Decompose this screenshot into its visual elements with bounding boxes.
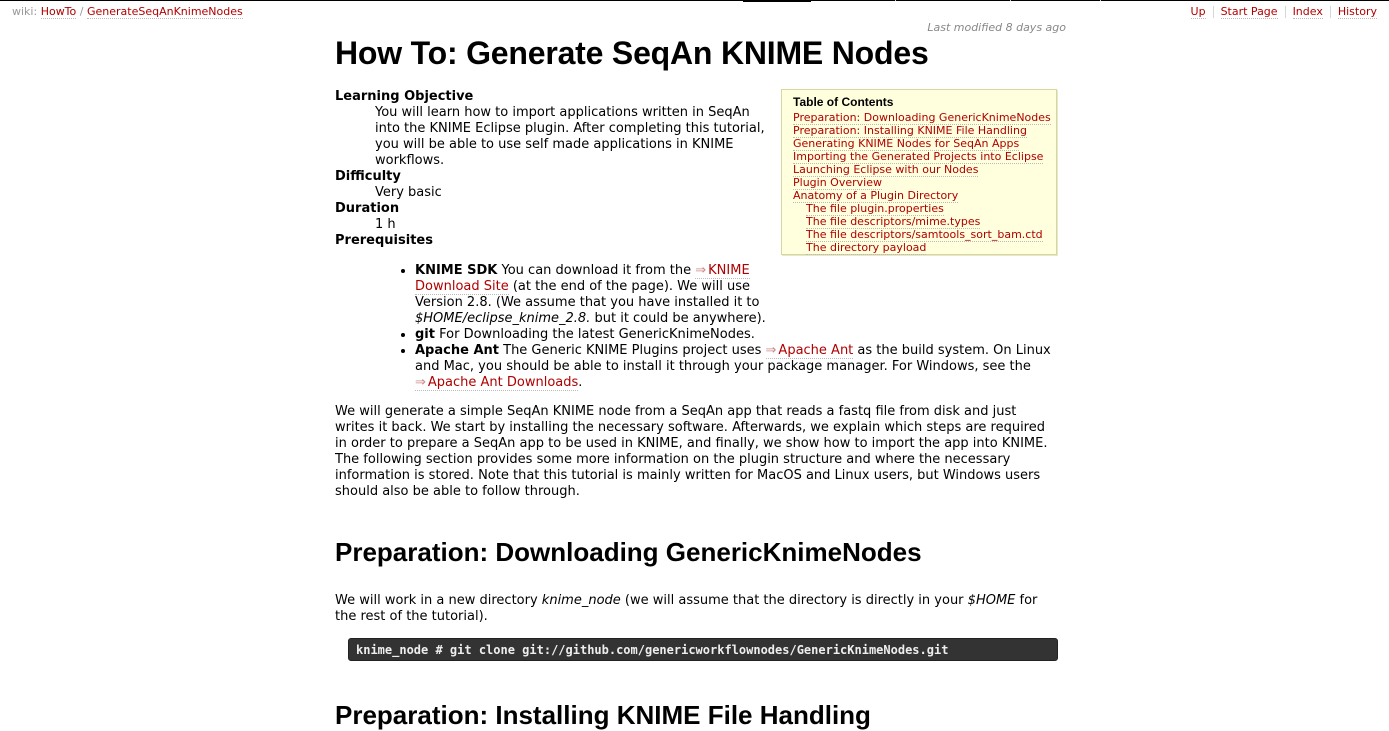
prereq-name: KNIME SDK xyxy=(415,263,498,278)
index-link[interactable]: Index xyxy=(1292,5,1323,19)
nav-divider xyxy=(1329,6,1331,18)
wiki-label: wiki: xyxy=(12,5,38,18)
page-title: How To: Generate SeqAn KNIME Nodes xyxy=(335,35,929,71)
apache-ant-downloads-link[interactable]: Apache Ant Downloads xyxy=(415,375,579,391)
code-block: knime_node # git clone git://github.com/… xyxy=(348,638,1058,661)
toc-title: Table of Contents xyxy=(793,95,894,109)
table-of-contents: Table of Contents Preparation: Downloadi… xyxy=(781,89,1057,255)
start-page-link[interactable]: Start Page xyxy=(1220,5,1278,19)
prerequisites-list: KNIME SDK You can download it from the K… xyxy=(395,263,1070,391)
prereq-text: The Generic KNIME Plugins project uses xyxy=(503,343,762,358)
toc-subitem[interactable]: The file descriptors/samtools_sort_bam.c… xyxy=(806,228,1043,242)
apache-ant-link[interactable]: Apache Ant xyxy=(765,343,854,359)
prereq-name: Apache Ant xyxy=(415,343,499,358)
duration-label: Duration xyxy=(335,201,400,216)
breadcrumb-howto[interactable]: HowTo xyxy=(40,5,77,19)
page-nav-links: Up Start Page Index History xyxy=(1190,5,1377,19)
nav-divider xyxy=(1284,6,1286,18)
section-heading-installing: Preparation: Installing KNIME File Handl… xyxy=(335,700,871,730)
prereq-text: but it could be anywhere). xyxy=(594,311,766,326)
toc-item[interactable]: Plugin Overview xyxy=(793,176,882,190)
toc-subitem[interactable]: The file descriptors/mime.types xyxy=(806,215,981,229)
duration-text: 1 h xyxy=(375,217,396,232)
top-border xyxy=(0,0,1389,2)
prereq-text: . xyxy=(578,375,583,390)
toc-subitem[interactable]: The directory payload xyxy=(806,241,927,255)
prereq-text: For Downloading the latest GenericKnimeN… xyxy=(439,327,755,342)
objective-text: You will learn how to import application… xyxy=(375,105,765,168)
prereq-name: git xyxy=(415,327,435,342)
breadcrumb-separator: / xyxy=(79,5,84,18)
toc-item[interactable]: Preparation: Downloading GenericKnimeNod… xyxy=(793,111,1051,125)
toc-item[interactable]: Generating KNIME Nodes for SeqAn Apps xyxy=(793,137,1020,151)
list-item: git For Downloading the latest GenericKn… xyxy=(415,327,1070,343)
home-variable: $HOME xyxy=(967,593,1016,608)
toc-item[interactable]: Preparation: Installing KNIME File Handl… xyxy=(793,124,1027,138)
nav-divider xyxy=(1212,6,1214,18)
prereq-text: You can download it from the xyxy=(501,263,692,278)
paragraph-text: (we will assume that the directory is di… xyxy=(624,593,964,608)
difficulty-text: Very basic xyxy=(375,185,442,200)
toc-item[interactable]: Anatomy of a Plugin Directory xyxy=(793,189,959,203)
toc-subitem[interactable]: The file plugin.properties xyxy=(806,202,944,216)
last-modified: Last modified 8 days ago xyxy=(927,21,1066,34)
section-heading-downloading: Preparation: Downloading GenericKnimeNod… xyxy=(335,537,922,567)
prerequisites-label: Prerequisites xyxy=(335,233,433,248)
paragraph-text: We will work in a new directory xyxy=(335,593,538,608)
breadcrumb: wiki: HowTo / GenerateSeqAnKnimeNodes xyxy=(12,5,243,19)
directory-name: knime_node xyxy=(541,593,621,608)
difficulty-label: Difficulty xyxy=(335,169,401,184)
list-item: Apache Ant The Generic KNIME Plugins pro… xyxy=(415,343,1070,391)
toc-item[interactable]: Importing the Generated Projects into Ec… xyxy=(793,150,1044,164)
breadcrumb-current-page[interactable]: GenerateSeqAnKnimeNodes xyxy=(86,5,243,19)
intro-paragraph: We will generate a simple SeqAn KNIME no… xyxy=(335,404,1048,499)
section1-paragraph: We will work in a new directory knime_no… xyxy=(335,593,1055,625)
up-link[interactable]: Up xyxy=(1190,5,1206,19)
tutorial-metadata: Learning Objective You will learn how to… xyxy=(335,89,775,249)
context-navigation: wiki: HowTo / GenerateSeqAnKnimeNodes Up… xyxy=(12,5,1377,21)
install-path: $HOME/eclipse_knime_2.8. xyxy=(415,311,591,326)
toc-item[interactable]: Launching Eclipse with our Nodes xyxy=(793,163,979,177)
list-item: KNIME SDK You can download it from the K… xyxy=(415,263,1070,327)
objective-label: Learning Objective xyxy=(335,89,474,104)
history-link[interactable]: History xyxy=(1337,5,1377,19)
